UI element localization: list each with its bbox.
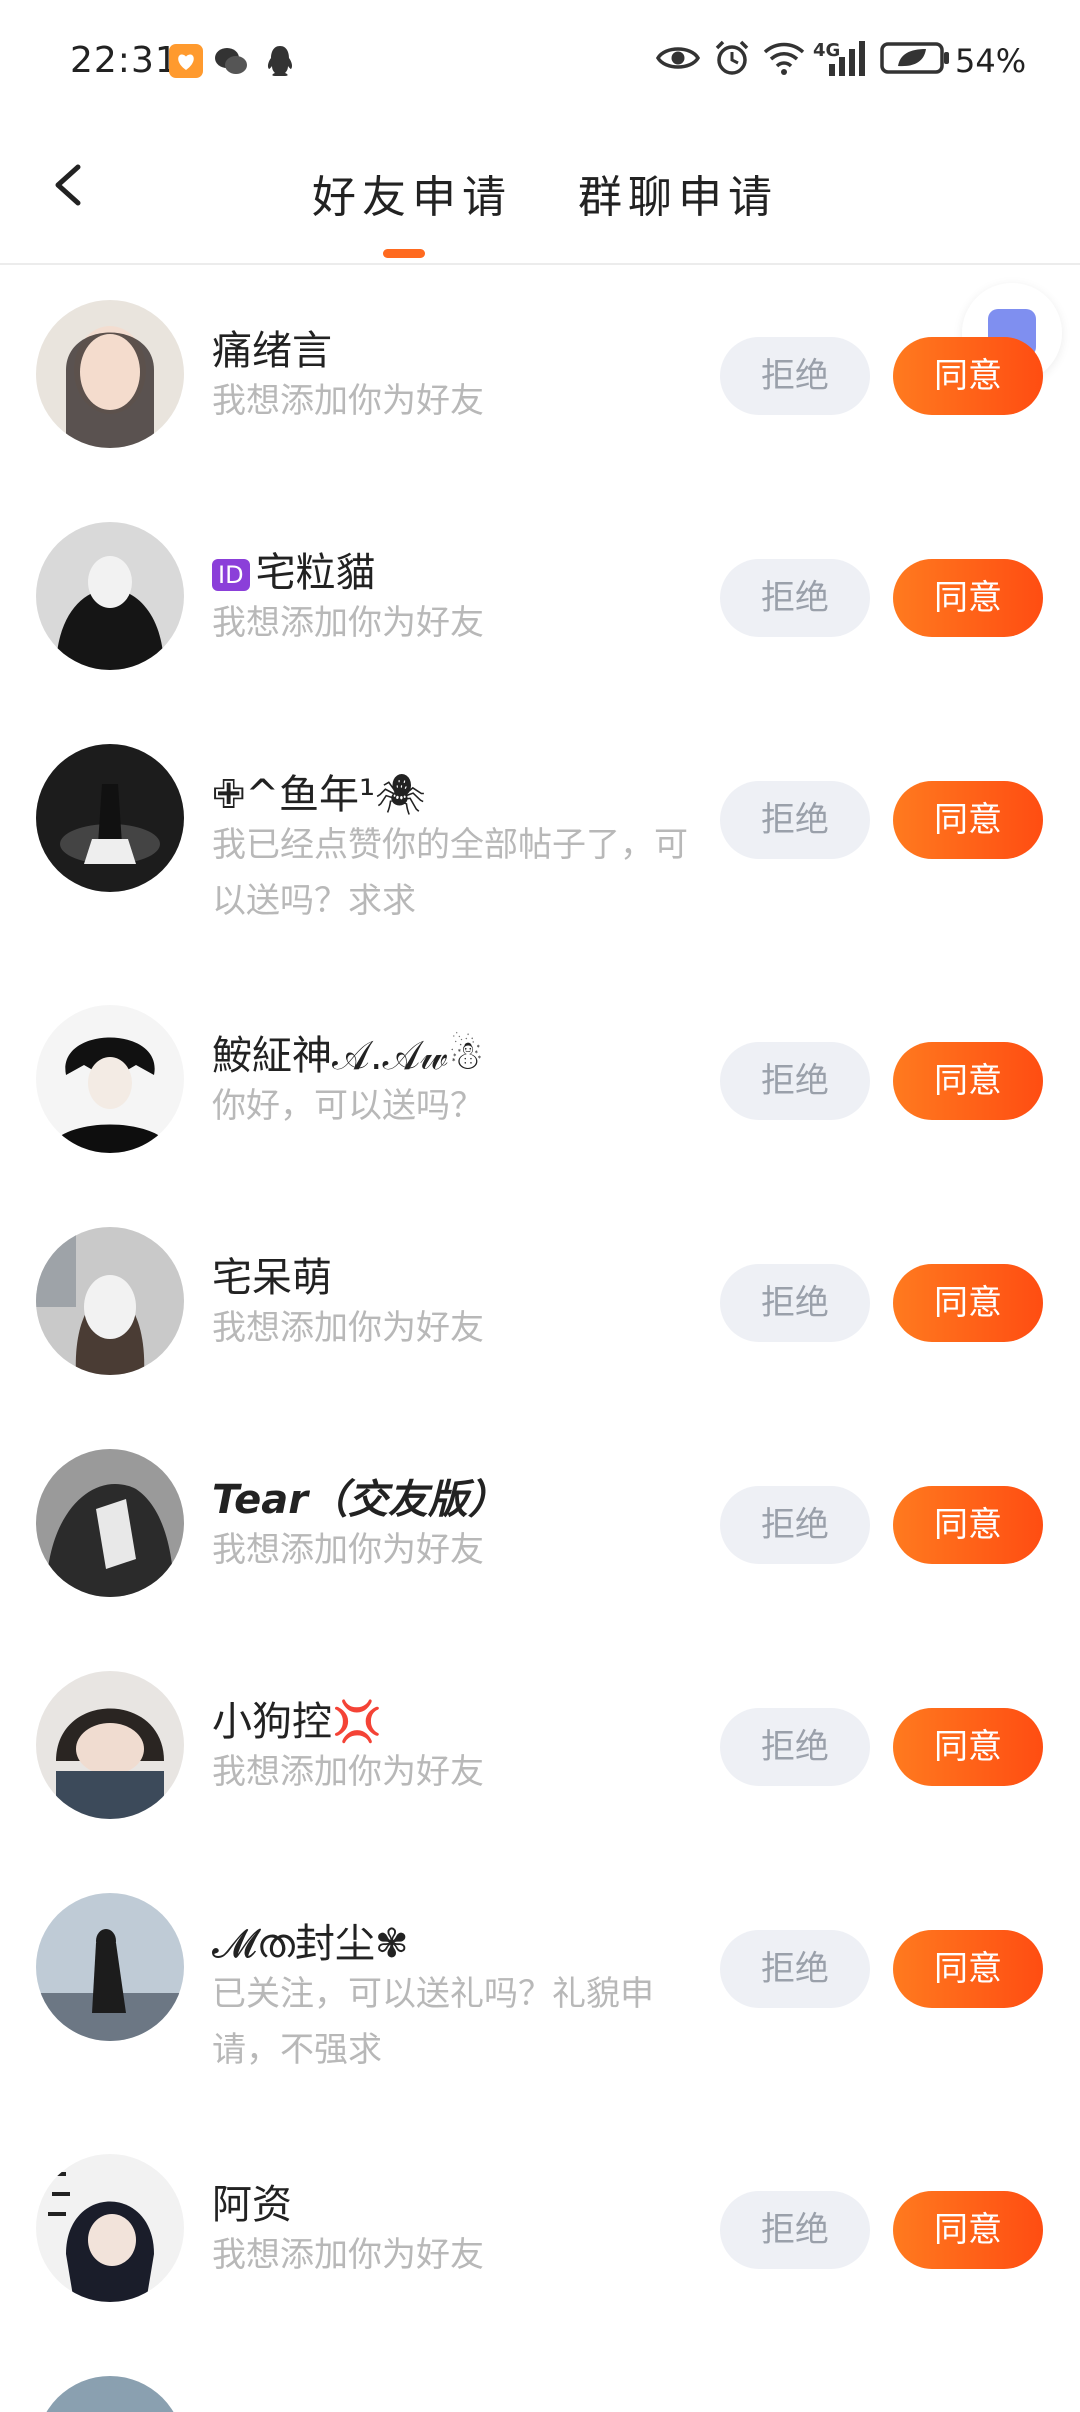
requester-name: 宅呆萌 <box>212 1255 332 1301</box>
list-item <box>0 2341 1080 2412</box>
status-time: 22:31 <box>70 40 179 81</box>
reject-button[interactable]: 拒绝 <box>720 1042 870 1120</box>
avatar[interactable] <box>36 2376 184 2412</box>
list-item: 鮟䋊神𝒜.𝒜𝓌☃ 你好，可以送吗？ 拒绝 同意 <box>0 970 1080 1170</box>
reject-button[interactable]: 拒绝 <box>720 337 870 415</box>
accept-button[interactable]: 同意 <box>893 1264 1043 1342</box>
battery-icon <box>880 42 949 74</box>
requester-name: 痛绪言 <box>212 328 332 374</box>
request-message: 我想添加你为好友 <box>212 381 484 421</box>
tab-group-requests[interactable]: 群聊申请 <box>578 161 778 225</box>
request-message: 我想添加你为好友 <box>212 1752 484 1792</box>
requester-name: 小狗控💢 <box>212 1699 382 1745</box>
reject-button[interactable]: 拒绝 <box>720 1486 870 1564</box>
wechat-icon <box>215 48 247 74</box>
requester-name: Tear（交友版） <box>212 1477 508 1523</box>
id-badge: ID <box>212 559 250 591</box>
request-message: 我想添加你为好友 <box>212 603 484 643</box>
list-item: 宅呆萌 我想添加你为好友 拒绝 同意 <box>0 1192 1080 1392</box>
avatar[interactable] <box>36 1005 184 1153</box>
avatar[interactable] <box>36 522 184 670</box>
request-message: 已关注，可以送礼吗？礼貌申请，不强求 <box>212 1974 654 2070</box>
accept-button[interactable]: 同意 <box>893 1708 1043 1786</box>
avatar[interactable] <box>36 744 184 892</box>
back-arrow-icon[interactable] <box>40 155 100 215</box>
requester-name: ID 宅粒貓 <box>212 540 376 598</box>
alarm-icon <box>715 40 749 75</box>
avatar[interactable] <box>36 1671 184 1819</box>
accept-button[interactable]: 同意 <box>893 1486 1043 1564</box>
accept-button[interactable]: 同意 <box>893 1930 1043 2008</box>
accept-button[interactable]: 同意 <box>893 337 1043 415</box>
tab-friend-requests[interactable]: 好友申请 <box>312 161 512 225</box>
list-item: 阿资 我想添加你为好友 拒绝 同意 <box>0 2119 1080 2319</box>
avatar[interactable] <box>36 300 184 448</box>
active-tab-indicator <box>383 249 425 258</box>
top-navigation: 好友申请 群聊申请 <box>0 125 1080 265</box>
list-item: ✙^鱼年¹🕷 我已经点赞你的全部帖子了，可以送吗？求求 拒绝 同意 <box>0 709 1080 969</box>
reject-button[interactable]: 拒绝 <box>720 1708 870 1786</box>
avatar[interactable] <box>36 2154 184 2302</box>
app-notification-icon <box>169 44 203 78</box>
signal-icon <box>829 41 865 76</box>
requester-name-text: 宅粒貓 <box>255 550 376 596</box>
requester-name: 𝓜ത封尘✾ <box>212 1921 409 1967</box>
requester-name: ✙^鱼年¹🕷 <box>212 772 426 818</box>
reject-button[interactable]: 拒绝 <box>720 1264 870 1342</box>
status-bar: 22:31 4G 54% <box>0 0 1080 125</box>
request-message: 我想添加你为好友 <box>212 1530 484 1570</box>
reject-button[interactable]: 拒绝 <box>720 1930 870 2008</box>
reject-button[interactable]: 拒绝 <box>720 781 870 859</box>
reject-button[interactable]: 拒绝 <box>720 2191 870 2269</box>
avatar[interactable] <box>36 1893 184 2041</box>
list-item: 𝓜ത封尘✾ 已关注，可以送礼吗？礼貌申请，不强求 拒绝 同意 <box>0 1858 1080 2118</box>
request-message: 我想添加你为好友 <box>212 2235 484 2275</box>
requester-name: 阿资 <box>212 2182 292 2228</box>
request-message: 我已经点赞你的全部帖子了，可以送吗？求求 <box>212 825 688 921</box>
qq-icon <box>267 46 293 76</box>
request-message: 我想添加你为好友 <box>212 1308 484 1348</box>
avatar[interactable] <box>36 1227 184 1375</box>
reject-button[interactable]: 拒绝 <box>720 559 870 637</box>
wifi-icon <box>763 42 805 75</box>
list-item: 小狗控💢 我想添加你为好友 拒绝 同意 <box>0 1636 1080 1836</box>
list-item: ID 宅粒貓 我想添加你为好友 拒绝 同意 <box>0 487 1080 687</box>
accept-button[interactable]: 同意 <box>893 2191 1043 2269</box>
request-message: 你好，可以送吗？ <box>212 1086 484 1126</box>
accept-button[interactable]: 同意 <box>893 559 1043 637</box>
requester-name: 鮟䋊神𝒜.𝒜𝓌☃ <box>212 1033 484 1079</box>
eye-icon <box>655 47 701 69</box>
list-item: Tear（交友版） 我想添加你为好友 拒绝 同意 <box>0 1414 1080 1614</box>
avatar[interactable] <box>36 1449 184 1597</box>
accept-button[interactable]: 同意 <box>893 1042 1043 1120</box>
list-item: 痛绪言 我想添加你为好友 拒绝 同意 <box>0 265 1080 465</box>
battery-percent: 54% <box>955 42 1027 80</box>
accept-button[interactable]: 同意 <box>893 781 1043 859</box>
